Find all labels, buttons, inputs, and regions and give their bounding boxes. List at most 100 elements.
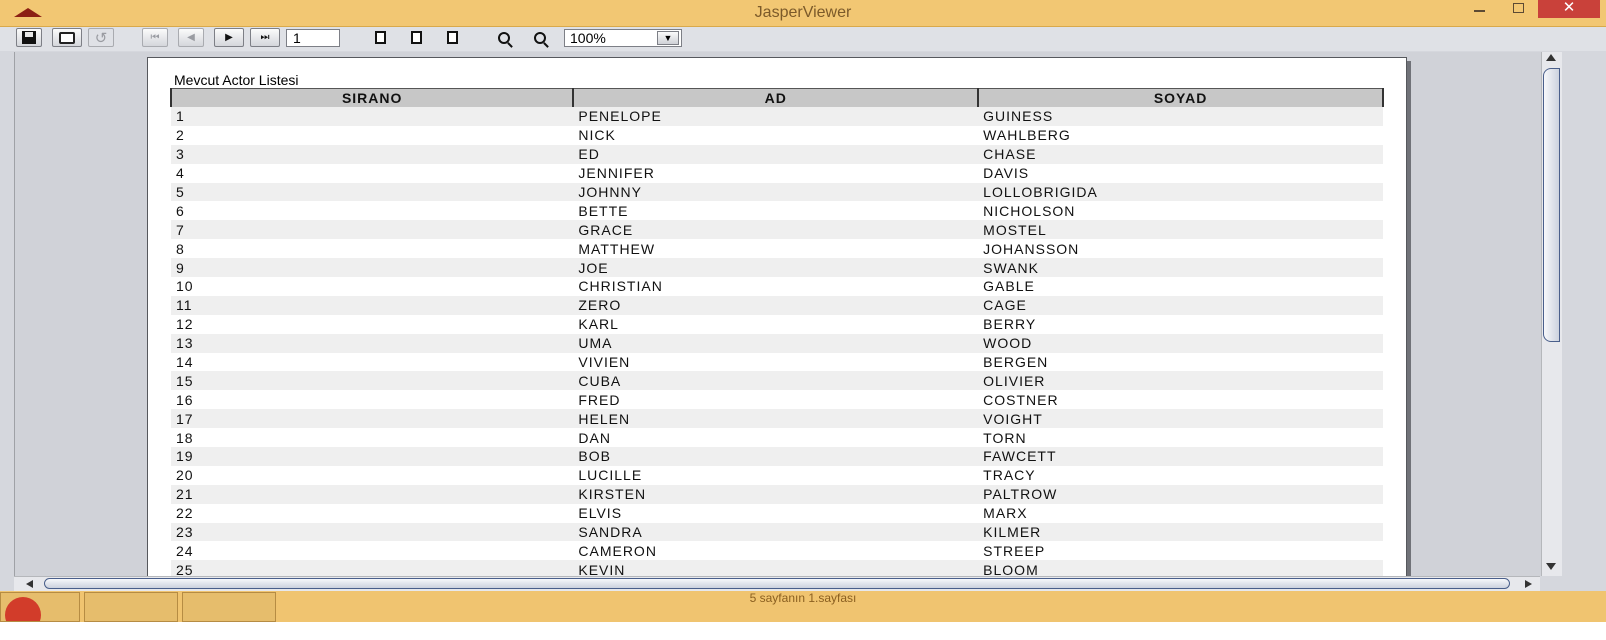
page-status-text: 5 sayfanın 1.sayfası xyxy=(749,591,857,605)
cell-ad: KEVIN xyxy=(573,560,979,576)
cell-ad: BOB xyxy=(573,447,979,466)
cell-soyad: CHASE xyxy=(978,144,1383,164)
cell-soyad: FAWCETT xyxy=(978,447,1383,466)
cell-soyad: GABLE xyxy=(978,277,1383,296)
zoom-select[interactable]: 100% ▼ xyxy=(564,29,682,47)
horizontal-scrollbar[interactable] xyxy=(14,576,1540,591)
cell-soyad: BERGEN xyxy=(978,352,1383,372)
table-row: 19 BOB FAWCETT xyxy=(171,447,1383,466)
cell-soyad: MOSTEL xyxy=(978,220,1383,240)
table-row: 3 ED CHASE xyxy=(171,144,1383,164)
cell-sirano: 17 xyxy=(171,409,574,429)
actual-size-button[interactable] xyxy=(366,28,394,47)
column-header-soyad: SOYAD xyxy=(977,88,1384,107)
jasper-viewer-window: JasperViewer ✕ ↺ ⏮ ◀ ▶ ⏭ 1 100% ▼ Mevcut… xyxy=(0,0,1606,622)
reload-icon: ↺ xyxy=(94,29,108,47)
close-icon[interactable]: ✕ xyxy=(1538,0,1600,18)
reload-button[interactable]: ↺ xyxy=(88,28,114,47)
maximize-icon[interactable] xyxy=(1504,0,1532,18)
cell-ad: MATTHEW xyxy=(573,239,979,259)
zoom-out-icon xyxy=(534,31,546,44)
cell-sirano: 13 xyxy=(171,333,574,353)
cell-ad: JOHNNY xyxy=(573,182,979,202)
report-viewport[interactable]: Mevcut Actor Listesi SIRANO AD SOYAD 1 PE… xyxy=(14,52,1541,576)
cell-ad: JENNIFER xyxy=(573,163,979,183)
cell-sirano: 5 xyxy=(171,182,574,202)
cell-soyad: WOOD xyxy=(978,333,1383,353)
table-row: 11 ZERO CAGE xyxy=(171,295,1383,315)
table-row: 21 KIRSTEN PALTROW xyxy=(171,484,1383,504)
cell-sirano: 1 xyxy=(171,107,574,126)
scroll-right-icon[interactable] xyxy=(1525,580,1532,588)
cell-sirano: 23 xyxy=(171,522,574,542)
first-page-button[interactable]: ⏮ xyxy=(142,28,168,47)
table-row: 15 CUBA OLIVIER xyxy=(171,371,1383,391)
scroll-down-icon[interactable] xyxy=(1546,563,1556,570)
cell-soyad: PALTROW xyxy=(978,484,1383,504)
title-bar[interactable]: JasperViewer ✕ xyxy=(0,0,1606,27)
column-header-sirano: SIRANO xyxy=(169,88,575,107)
next-page-icon: ▶ xyxy=(225,32,233,43)
cell-sirano: 24 xyxy=(171,541,574,561)
cell-ad: JOE xyxy=(573,258,979,278)
cell-soyad: KILMER xyxy=(978,522,1383,542)
fit-width-icon xyxy=(446,31,458,44)
table-row: 14 VIVIEN BERGEN xyxy=(171,352,1383,372)
previous-page-icon: ◀ xyxy=(187,32,195,43)
print-button[interactable] xyxy=(52,28,82,47)
save-icon xyxy=(22,31,36,44)
cell-soyad: VOIGHT xyxy=(978,409,1383,429)
cell-sirano: 20 xyxy=(171,465,574,485)
cell-ad: CAMERON xyxy=(573,541,979,561)
vertical-scroll-thumb[interactable] xyxy=(1543,68,1560,342)
cell-sirano: 22 xyxy=(171,503,574,523)
save-button[interactable] xyxy=(16,28,42,47)
page-number-input[interactable]: 1 xyxy=(286,29,340,47)
cell-ad: KARL xyxy=(573,314,979,334)
table-row: 16 FRED COSTNER xyxy=(171,390,1383,410)
cell-soyad: TORN xyxy=(978,428,1383,448)
scroll-left-icon[interactable] xyxy=(26,580,33,588)
cell-sirano: 9 xyxy=(171,258,574,278)
chevron-down-icon[interactable]: ▼ xyxy=(657,31,679,45)
fit-page-button[interactable] xyxy=(402,28,430,47)
next-page-button[interactable]: ▶ xyxy=(214,28,244,47)
cell-ad: UMA xyxy=(573,333,979,353)
status-bar: 5 sayfanın 1.sayfası xyxy=(0,591,1606,622)
cell-sirano: 16 xyxy=(171,390,574,410)
vertical-scrollbar[interactable] xyxy=(1541,52,1562,576)
cell-ad: ELVIS xyxy=(573,503,979,523)
table-row: 10 CHRISTIAN GABLE xyxy=(171,277,1383,296)
cell-ad: PENELOPE xyxy=(573,107,979,126)
zoom-value: 100% xyxy=(570,30,606,46)
cell-sirano: 11 xyxy=(171,295,574,315)
table-row: 1 PENELOPE GUINESS xyxy=(171,107,1383,126)
cell-ad: SANDRA xyxy=(573,522,979,542)
previous-page-button[interactable]: ◀ xyxy=(178,28,204,47)
zoom-in-icon xyxy=(498,31,510,44)
table-row: 4 JENNIFER DAVIS xyxy=(171,163,1383,183)
fit-width-button[interactable] xyxy=(438,28,466,47)
scroll-up-icon[interactable] xyxy=(1546,54,1556,61)
cell-soyad: TRACY xyxy=(978,465,1383,485)
cell-sirano: 18 xyxy=(171,428,574,448)
cell-sirano: 8 xyxy=(171,239,574,259)
cell-ad: CUBA xyxy=(573,371,979,391)
cell-soyad: MARX xyxy=(978,503,1383,523)
cell-ad: DAN xyxy=(573,428,979,448)
zoom-in-button[interactable] xyxy=(490,28,518,47)
horizontal-scroll-thumb[interactable] xyxy=(44,578,1510,589)
cell-sirano: 15 xyxy=(171,371,574,391)
table-row: 6 BETTE NICHOLSON xyxy=(171,201,1383,221)
report-page: Mevcut Actor Listesi SIRANO AD SOYAD 1 PE… xyxy=(147,57,1407,576)
cell-ad: VIVIEN xyxy=(573,352,979,372)
cell-soyad: GUINESS xyxy=(978,107,1383,126)
cell-soyad: COSTNER xyxy=(978,390,1383,410)
table-header-row: SIRANO AD SOYAD xyxy=(169,88,1384,107)
minimize-icon[interactable] xyxy=(1466,0,1494,18)
first-page-icon: ⏮ xyxy=(150,32,160,43)
table-row: 2 NICK WAHLBERG xyxy=(171,125,1383,145)
zoom-out-button[interactable] xyxy=(526,28,554,47)
table-row: 9 JOE SWANK xyxy=(171,258,1383,278)
last-page-button[interactable]: ⏭ xyxy=(250,28,280,47)
